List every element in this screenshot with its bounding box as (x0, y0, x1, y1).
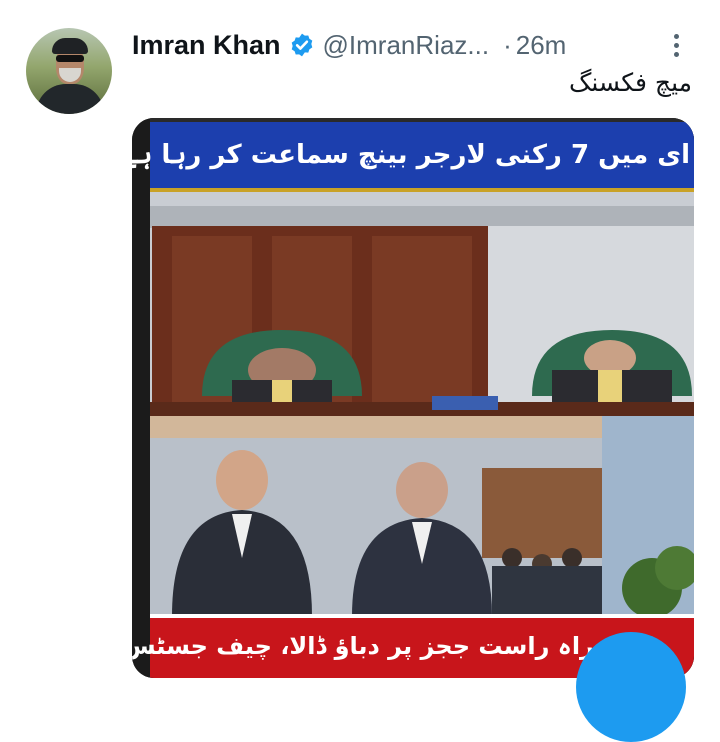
ticker-bottom-text: براہ راست ججز پر دباؤ ڈالا، چیف جسٹس (132, 632, 604, 660)
tweet-text: میچ فکسنگ (569, 68, 692, 97)
author-name[interactable]: Imran Khan (132, 30, 281, 61)
verified-badge-icon (289, 32, 315, 58)
tweet-media-image[interactable]: ای میں 7 رکنی لارجر بینچ سماعت کر رہا ہے… (132, 118, 694, 678)
author-handle[interactable]: @ImranRiaz... (323, 30, 490, 61)
more-vertical-icon[interactable] (664, 30, 688, 64)
tweet[interactable]: Imran Khan @ImranRiaz... · 26m میچ فکسنگ (0, 0, 720, 742)
timestamp[interactable]: 26m (516, 30, 567, 61)
compose-fab[interactable] (576, 632, 686, 742)
tweet-header: Imran Khan @ImranRiaz... · 26m (132, 28, 566, 62)
separator-dot: · (503, 29, 512, 60)
ticker-top-text: ای میں 7 رکنی لارجر بینچ سماعت کر رہا ہے (132, 140, 690, 170)
avatar[interactable] (26, 28, 112, 114)
